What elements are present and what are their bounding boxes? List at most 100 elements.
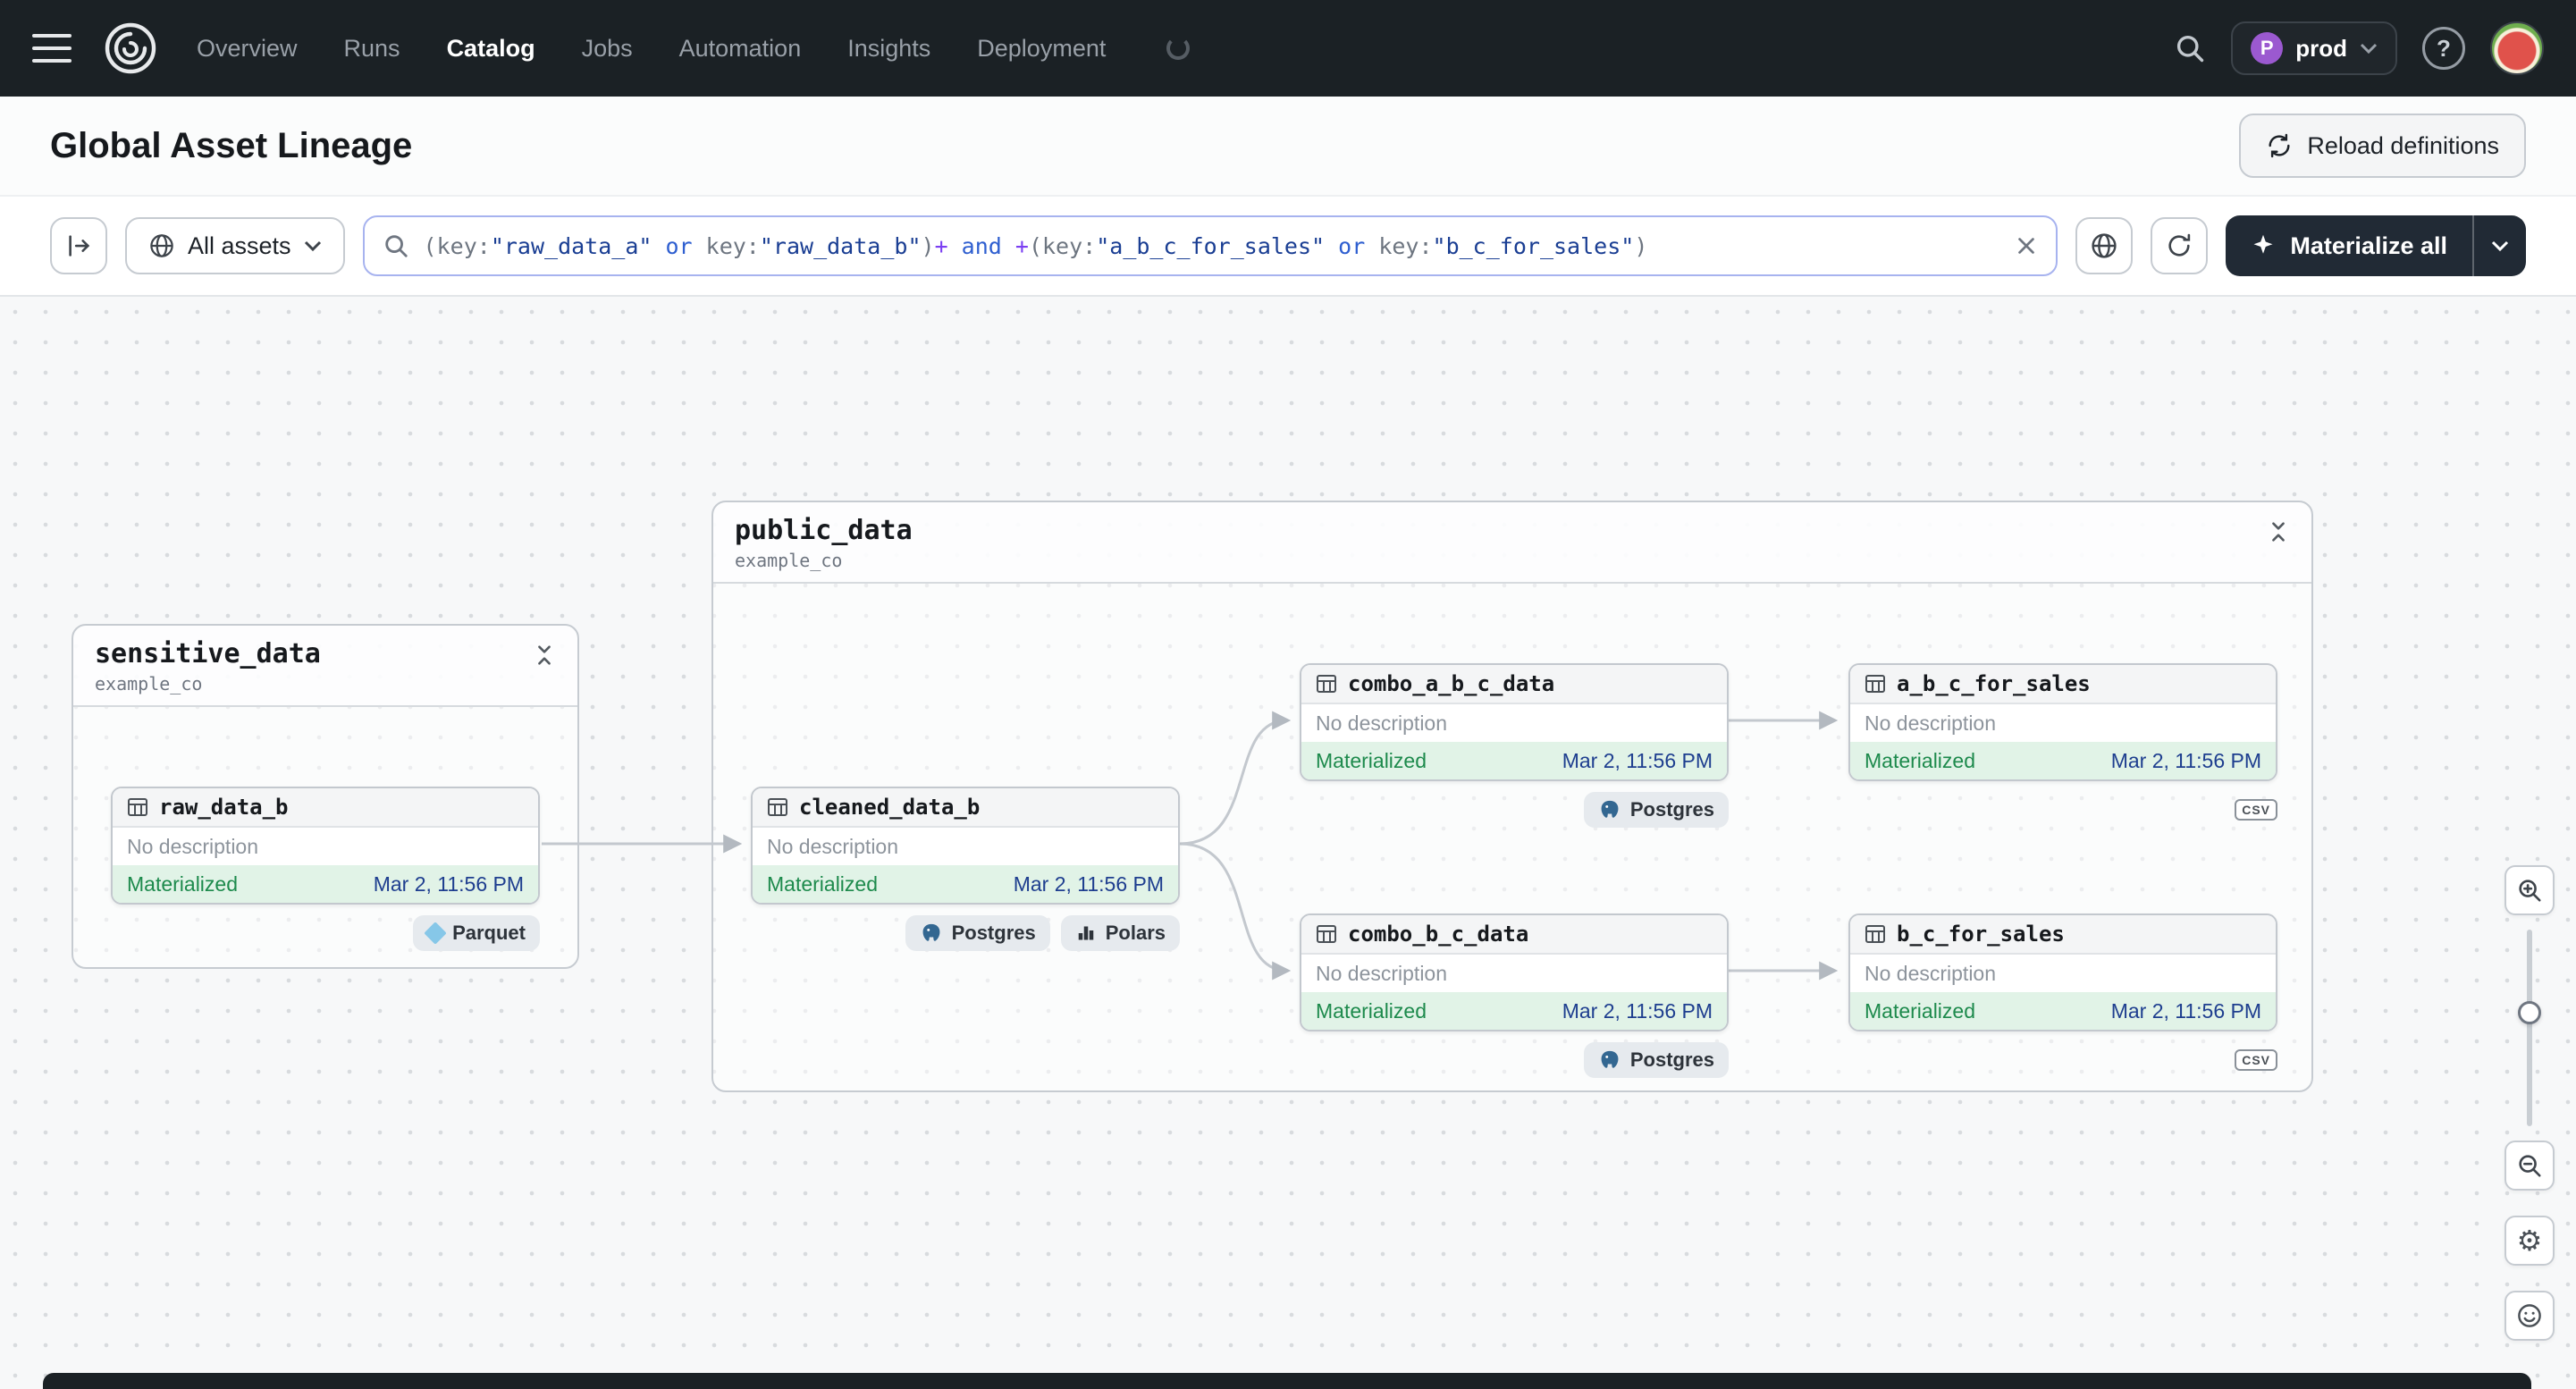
asset-selection-query[interactable]: (key: "raw_data_a" or key: "raw_data_b" … xyxy=(424,233,2001,259)
asset-node-combo-a-b-c-data[interactable]: combo_a_b_c_data No description Material… xyxy=(1300,663,1729,828)
asset-name: raw_data_b xyxy=(159,795,289,820)
materialization-timestamp[interactable]: Mar 2, 11:56 PM xyxy=(1014,871,1164,897)
asset-table-icon xyxy=(768,798,787,816)
sidebar-toggle-button[interactable] xyxy=(50,217,107,274)
asset-selection-input[interactable]: (key: "raw_data_a" or key: "raw_data_b" … xyxy=(362,215,2058,276)
tag-csv[interactable]: csv xyxy=(2235,1042,2277,1078)
search-icon[interactable] xyxy=(2174,32,2206,64)
deployment-switcher[interactable]: P prod xyxy=(2231,21,2397,75)
status-badge[interactable]: Materialized xyxy=(1865,747,1975,774)
clear-query-icon[interactable] xyxy=(2015,234,2038,257)
query-token: key: xyxy=(705,232,760,259)
postgres-icon xyxy=(922,923,940,941)
tag-postgres[interactable]: Postgres xyxy=(905,915,1050,951)
nav-item-overview[interactable]: Overview xyxy=(197,35,298,63)
asset-description: No description xyxy=(113,828,538,865)
zoom-out-button[interactable] xyxy=(2504,1141,2555,1191)
asset-tags: csv xyxy=(2235,792,2277,828)
asset-tags: Postgres xyxy=(1583,1042,1729,1078)
chevron-down-icon xyxy=(304,240,321,251)
asset-node-b-c-for-sales[interactable]: b_c_for_sales No description Materialize… xyxy=(1848,913,2277,1071)
asset-status-row: Materialized Mar 2, 11:56 PM xyxy=(1301,742,1727,779)
materialization-timestamp[interactable]: Mar 2, 11:56 PM xyxy=(1562,747,1713,774)
tag-postgres[interactable]: Postgres xyxy=(1583,1042,1729,1078)
tag-postgres[interactable]: Postgres xyxy=(1583,792,1729,828)
asset-scope-dropdown[interactable]: All assets xyxy=(125,217,345,274)
postgres-icon xyxy=(1601,800,1619,818)
nav-item-deployment[interactable]: Deployment xyxy=(977,35,1106,63)
feedback-button[interactable] xyxy=(2504,1291,2555,1341)
face-icon xyxy=(2518,1304,2541,1327)
materialize-options-button[interactable] xyxy=(2472,215,2526,276)
asset-description: No description xyxy=(1301,704,1727,742)
bottom-panel-edge[interactable] xyxy=(43,1373,2531,1389)
status-badge[interactable]: Materialized xyxy=(127,871,238,897)
materialization-timestamp[interactable]: Mar 2, 11:56 PM xyxy=(2111,747,2261,774)
loading-spinner-icon xyxy=(1166,37,1191,60)
query-token: "raw_data_b" xyxy=(759,232,922,259)
query-token: ) xyxy=(1634,232,1648,259)
asset-description: No description xyxy=(753,828,1178,865)
asset-node-raw-data-b[interactable]: raw_data_b No description Materialized M… xyxy=(111,787,540,951)
materialization-timestamp[interactable]: Mar 2, 11:56 PM xyxy=(374,871,524,897)
query-token: ) xyxy=(921,232,935,259)
deployment-avatar: P xyxy=(2251,32,2284,64)
asset-name: combo_b_c_data xyxy=(1348,922,1529,947)
status-badge[interactable]: Materialized xyxy=(1316,747,1427,774)
materialization-timestamp[interactable]: Mar 2, 11:56 PM xyxy=(1562,998,1713,1024)
materialization-timestamp[interactable]: Mar 2, 11:56 PM xyxy=(2111,998,2261,1024)
lineage-canvas[interactable]: sensitive_data example_co public_data ex… xyxy=(0,297,2576,1389)
dagster-logo-icon[interactable] xyxy=(100,18,161,79)
asset-node-cleaned-data-b[interactable]: cleaned_data_b No description Materializ… xyxy=(751,787,1180,951)
asset-node-a-b-c-for-sales[interactable]: a_b_c_for_sales No description Materiali… xyxy=(1848,663,2277,821)
nav-item-jobs[interactable]: Jobs xyxy=(582,35,633,63)
asset-node-combo-b-c-data[interactable]: combo_b_c_data No description Materializ… xyxy=(1300,913,1729,1078)
user-avatar[interactable] xyxy=(2490,21,2544,75)
tag-parquet[interactable]: Parquet xyxy=(413,915,540,951)
asset-table-icon xyxy=(1865,925,1885,943)
status-badge[interactable]: Materialized xyxy=(767,871,878,897)
nav-item-catalog[interactable]: Catalog xyxy=(447,35,535,63)
tag-label: Polars xyxy=(1105,922,1166,944)
zoom-slider[interactable] xyxy=(2504,930,2555,1126)
group-code-location: example_co xyxy=(95,673,203,694)
asset-table-icon xyxy=(1317,675,1336,693)
zoom-out-icon xyxy=(2519,1155,2541,1177)
asset-table-icon xyxy=(1317,925,1336,943)
collapse-group-icon[interactable] xyxy=(533,644,556,673)
asset-tags: csv xyxy=(2235,1042,2277,1078)
status-badge[interactable]: Materialized xyxy=(1865,998,1975,1024)
reload-definitions-label: Reload definitions xyxy=(2307,131,2499,159)
collapse-group-icon[interactable] xyxy=(2267,520,2290,550)
help-icon[interactable]: ? xyxy=(2422,27,2465,70)
graph-view-globe-button[interactable] xyxy=(2075,217,2134,274)
tag-label: Postgres xyxy=(1629,798,1714,821)
panel-open-icon xyxy=(69,235,90,257)
graph-settings-button[interactable]: ⚙ xyxy=(2504,1216,2555,1266)
status-badge[interactable]: Materialized xyxy=(1316,998,1427,1024)
nav-item-insights[interactable]: Insights xyxy=(847,35,930,63)
zoom-in-button[interactable] xyxy=(2504,865,2555,915)
reload-definitions-button[interactable]: Reload definitions xyxy=(2239,114,2526,178)
nav-item-runs[interactable]: Runs xyxy=(344,35,400,63)
group-code-location: example_co xyxy=(735,550,843,571)
refresh-button[interactable] xyxy=(2151,217,2209,274)
hamburger-menu-icon[interactable] xyxy=(32,34,72,63)
zoom-in-icon xyxy=(2519,880,2541,902)
materialize-all-button[interactable]: Materialize all xyxy=(2226,215,2472,276)
chevron-down-icon xyxy=(2491,240,2509,251)
materialize-all-split-button: Materialize all xyxy=(2226,215,2526,276)
group-title: public_data xyxy=(735,515,913,546)
query-token: "b_c_for_sales" xyxy=(1432,232,1635,259)
nav-item-automation[interactable]: Automation xyxy=(679,35,802,63)
zoom-slider-knob[interactable] xyxy=(2518,1001,2541,1024)
asset-name: a_b_c_for_sales xyxy=(1897,671,2091,696)
tag-csv[interactable]: csv xyxy=(2235,792,2277,828)
csv-icon: csv xyxy=(2235,1049,2277,1071)
csv-icon: csv xyxy=(2235,799,2277,821)
tag-polars[interactable]: Polars xyxy=(1060,915,1180,951)
asset-status-row: Materialized Mar 2, 11:56 PM xyxy=(113,865,538,903)
search-icon xyxy=(384,235,408,257)
query-token: + xyxy=(934,232,948,259)
group-title: sensitive_data xyxy=(95,638,321,669)
